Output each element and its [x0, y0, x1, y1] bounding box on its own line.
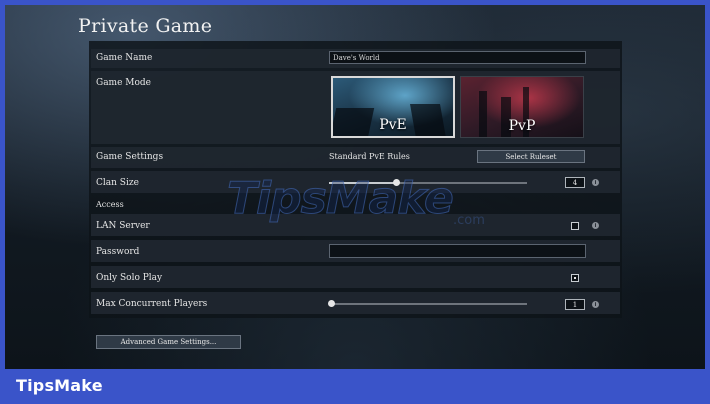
game-name-label: Game Name — [96, 53, 153, 63]
clan-size-label: Clan Size — [96, 178, 139, 188]
game-settings-label: Game Settings — [96, 152, 164, 162]
lan-server-info-icon[interactable]: i — [592, 222, 599, 229]
brand-footer: TipsMake — [16, 376, 103, 395]
checkbox-checked-mark — [574, 277, 576, 279]
game-mode-pvp-card[interactable]: PvP — [460, 76, 584, 138]
row-only-solo-play — [91, 266, 620, 288]
game-name-input[interactable] — [329, 51, 586, 64]
page-title: Private Game — [78, 15, 213, 37]
only-solo-play-label: Only Solo Play — [96, 273, 163, 283]
max-players-info-icon[interactable]: i — [592, 301, 599, 308]
pvp-label: PvP — [508, 118, 536, 134]
lan-server-label: LAN Server — [96, 221, 150, 231]
password-input[interactable] — [329, 244, 586, 258]
advanced-settings-button[interactable]: Advanced Game Settings... — [96, 335, 241, 349]
game-mode-label: Game Mode — [96, 78, 151, 88]
pve-label: PvE — [379, 117, 407, 133]
clan-size-info-icon[interactable]: i — [592, 179, 599, 186]
watermark-logo: TipsMake — [227, 173, 455, 224]
only-solo-play-checkbox[interactable] — [571, 274, 579, 282]
max-players-slider-knob[interactable] — [328, 300, 335, 307]
max-players-slider[interactable] — [329, 303, 527, 305]
game-mode-pve-card[interactable]: PvE — [331, 76, 455, 138]
game-screen: Private Game Game Name Game Mode PvE PvP… — [5, 5, 705, 369]
clan-size-value[interactable]: 4 — [565, 177, 585, 188]
password-label: Password — [96, 247, 140, 257]
access-header: Access — [96, 200, 124, 209]
watermark-suffix: .com — [453, 213, 485, 228]
select-ruleset-button[interactable]: Select Ruleset — [477, 150, 585, 163]
lan-server-checkbox[interactable] — [571, 222, 579, 230]
ruleset-value: Standard PvE Rules — [329, 152, 410, 161]
max-players-label: Max Concurrent Players — [96, 299, 208, 309]
max-players-value[interactable]: 1 — [565, 299, 585, 310]
